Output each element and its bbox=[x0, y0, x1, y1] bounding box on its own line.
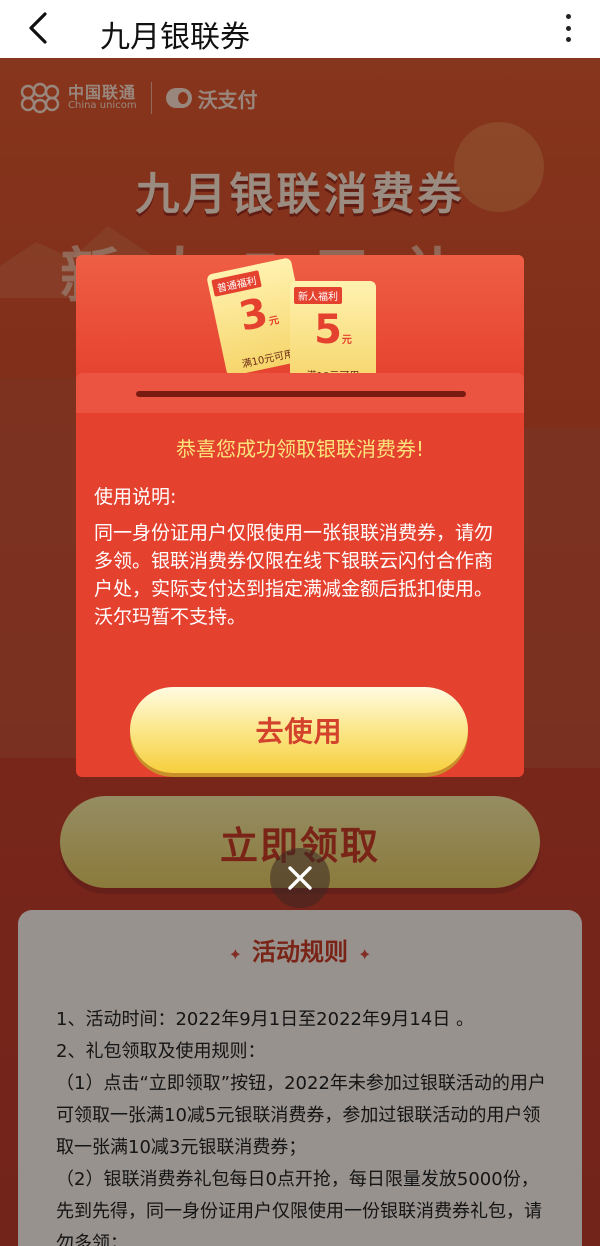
envelope-slot bbox=[136, 391, 466, 397]
coupon-success-dialog: 普通福利 3元 满10元可用 新人福利 5元 满10元可用 恭喜您成功领取银联消… bbox=[76, 255, 524, 777]
usage-text: 同一身份证用户仅限使用一张银联消费券，请勿多领。银联消费券仅限在线下银联云闪付合… bbox=[94, 522, 494, 628]
back-arrow-icon[interactable] bbox=[20, 10, 56, 46]
congrats-message: 恭喜您成功领取银联消费券! bbox=[175, 437, 425, 461]
coupon-card: 新人福利 5元 满10元可用 bbox=[290, 281, 376, 385]
coupon-amount: 5元 bbox=[314, 307, 352, 353]
use-now-button[interactable]: 去使用 bbox=[130, 687, 468, 773]
close-icon[interactable] bbox=[270, 848, 330, 908]
more-vertical-icon[interactable] bbox=[558, 10, 578, 46]
usage-label: 使用说明: bbox=[94, 486, 177, 508]
app-bar: 九月银联券 bbox=[0, 0, 600, 58]
coupon-tag: 新人福利 bbox=[294, 287, 342, 304]
page-title: 九月银联券 bbox=[100, 20, 250, 55]
usage-instructions: 使用说明: 同一身份证用户仅限使用一张银联消费券，请勿多领。银联消费券仅限在线下… bbox=[94, 483, 508, 631]
